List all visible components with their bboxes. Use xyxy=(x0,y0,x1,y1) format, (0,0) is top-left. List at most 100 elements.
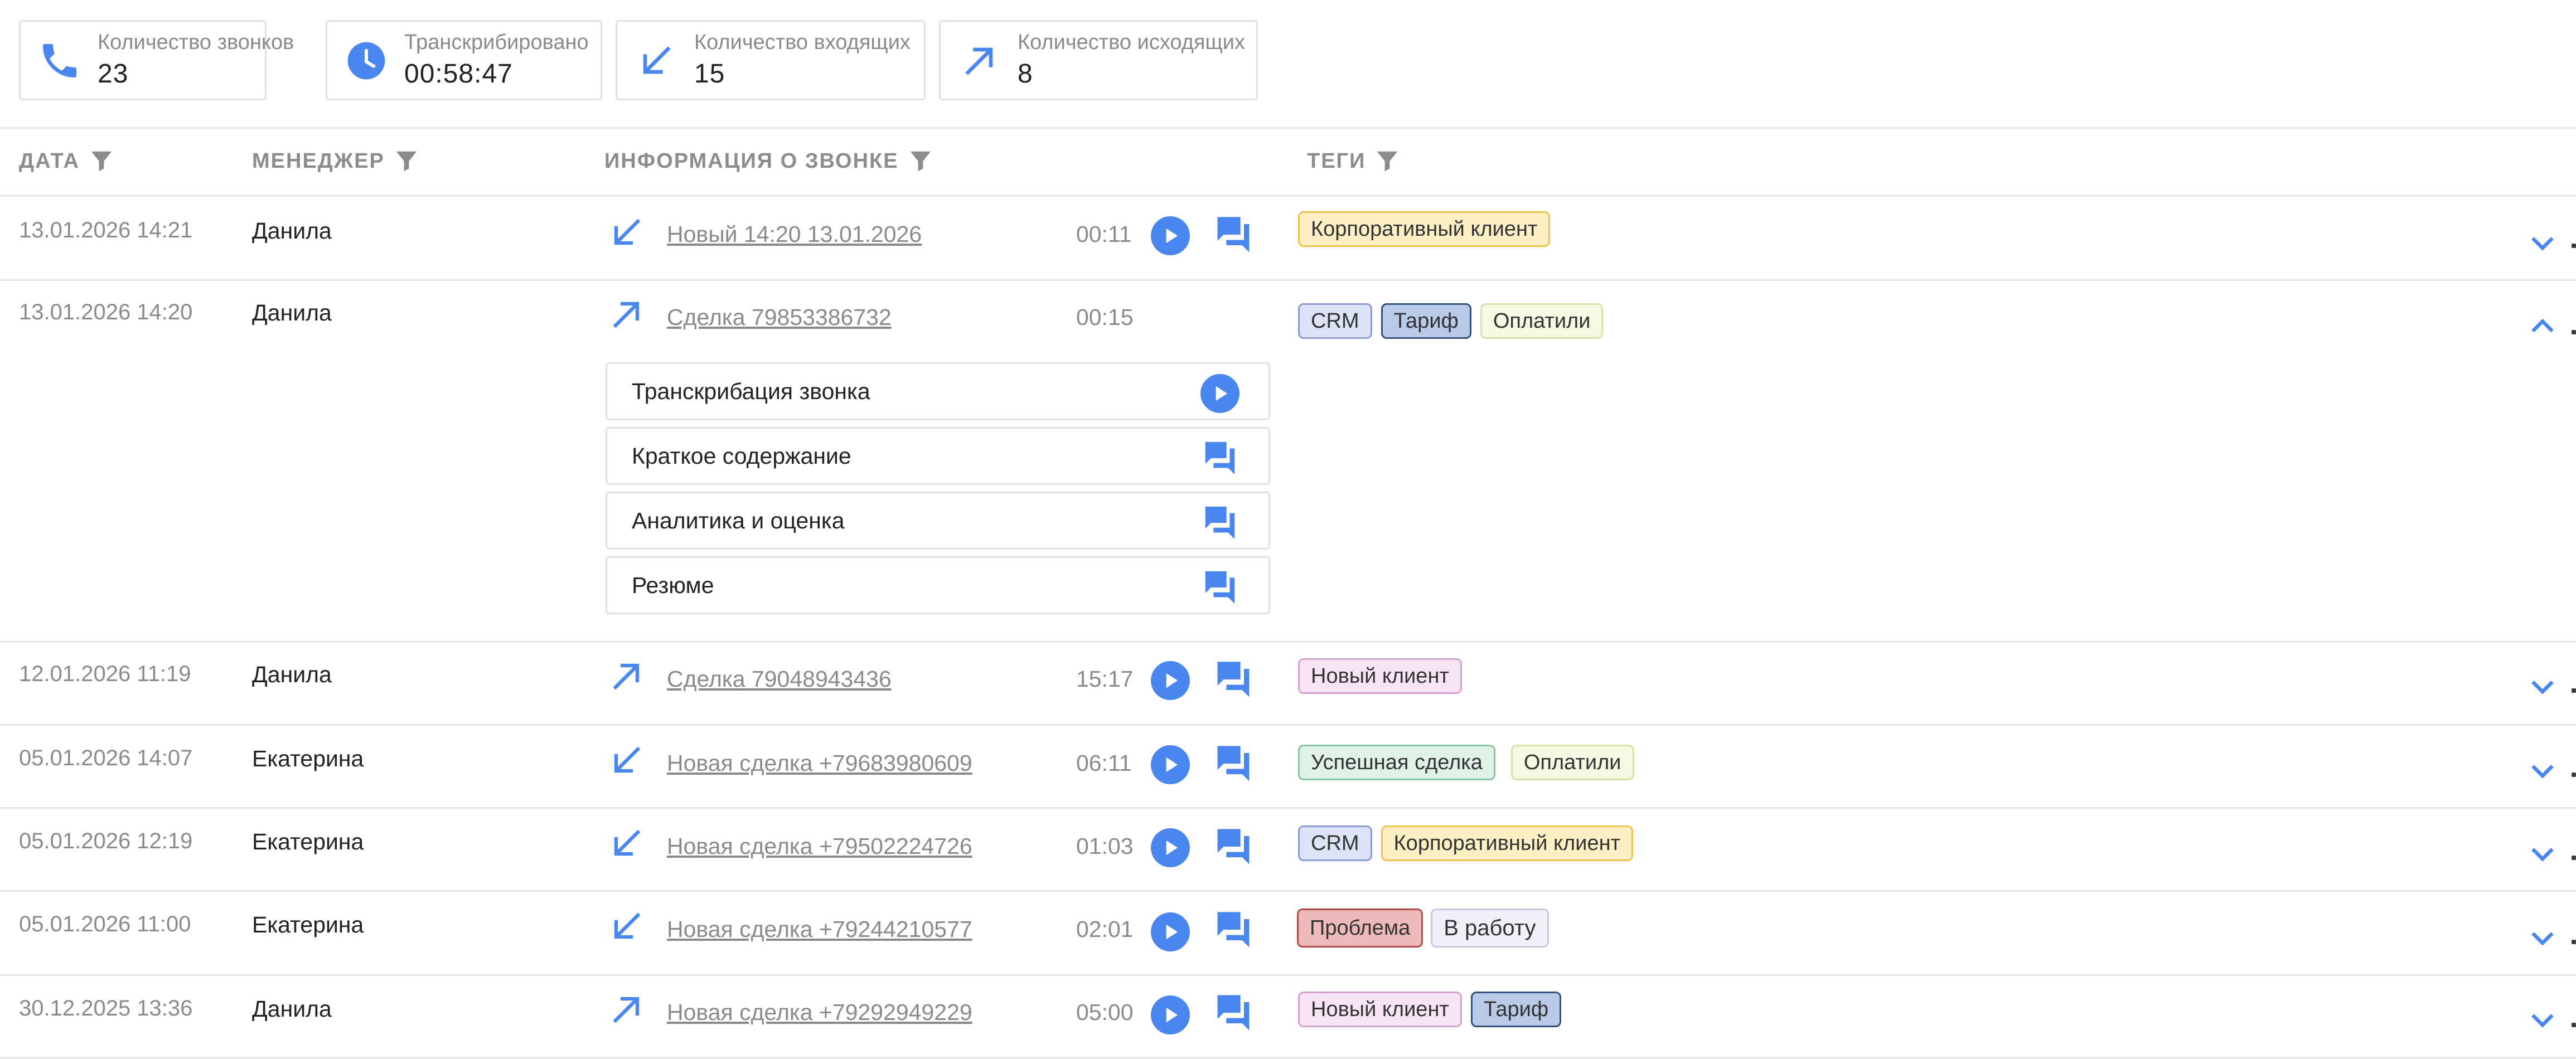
filter-icon[interactable] xyxy=(89,148,114,174)
call-title-link[interactable]: Сделка 79853386732 xyxy=(667,304,892,331)
call-date: 05.01.2026 14:07 xyxy=(19,746,193,770)
chat-icon[interactable] xyxy=(1212,909,1255,951)
call-date: 13.01.2026 14:21 xyxy=(19,218,193,242)
call-date: 05.01.2026 11:00 xyxy=(19,912,191,936)
chevron-down-icon[interactable] xyxy=(2526,754,2559,787)
tag-list: Успешная сделка Оплатили xyxy=(1298,745,1634,780)
panel-item-label: Аналитика и оценка xyxy=(632,508,845,533)
tag[interactable]: Новый клиент xyxy=(1298,658,1462,694)
call-duration: 06:11 xyxy=(1076,750,1132,776)
chat-icon[interactable] xyxy=(1212,992,1255,1034)
chevron-down-icon[interactable] xyxy=(2526,921,2559,954)
stat-card-calls: Количество звонков 23 xyxy=(19,20,294,100)
table-row[interactable]: 30.12.2025 13:36 Данила Новая сделка +79… xyxy=(0,976,2576,1057)
column-header-info[interactable]: ИНФОРМАЦИЯ О ЗВОНКЕ xyxy=(604,148,933,174)
transcription-item[interactable]: Транскрибация звонка xyxy=(606,362,1270,420)
row-edge-mark xyxy=(2572,688,2576,693)
chat-icon[interactable] xyxy=(1212,658,1255,701)
tag[interactable]: Тариф xyxy=(1381,303,1471,339)
call-title-link[interactable]: Новая сделка +79292949229 xyxy=(667,999,972,1026)
tag-list: Корпоративный клиент xyxy=(1298,211,1551,247)
call-date: 30.12.2025 13:36 xyxy=(19,996,193,1021)
summary-item[interactable]: Краткое содержание xyxy=(606,427,1270,485)
chat-icon[interactable] xyxy=(1200,439,1239,478)
call-duration: 00:15 xyxy=(1076,304,1134,330)
play-icon[interactable] xyxy=(1200,374,1239,413)
tag[interactable]: Корпоративный клиент xyxy=(1298,211,1551,247)
tag-list: CRM Корпоративный клиент xyxy=(1298,825,1633,861)
chevron-up-icon[interactable] xyxy=(2526,309,2559,342)
call-title-link[interactable]: Новая сделка +79502224726 xyxy=(667,833,972,859)
call-date: 13.01.2026 14:20 xyxy=(19,300,193,324)
column-header-label: МЕНЕДЖЕР xyxy=(252,149,385,173)
play-icon[interactable] xyxy=(1151,912,1190,951)
tag[interactable]: CRM xyxy=(1298,825,1372,861)
row-edge-mark xyxy=(2572,940,2576,944)
table-row[interactable]: 05.01.2026 12:19 Екатерина Новая сделка … xyxy=(0,809,2576,890)
stat-value: 00:58:47 xyxy=(404,59,513,89)
filter-icon[interactable] xyxy=(908,148,933,174)
column-header-tags[interactable]: ТЕГИ xyxy=(1307,148,1400,174)
call-duration: 00:11 xyxy=(1076,221,1132,247)
divider xyxy=(0,127,2576,129)
call-date: 12.01.2026 11:19 xyxy=(19,662,191,686)
stat-value: 23 xyxy=(98,59,129,89)
chat-icon[interactable] xyxy=(1200,568,1239,607)
play-icon[interactable] xyxy=(1151,828,1190,867)
table-row[interactable]: 12.01.2026 11:19 Данила Сделка 790489434… xyxy=(0,643,2576,724)
call-title-link[interactable]: Новый 14:20 13.01.2026 xyxy=(667,221,922,247)
chevron-down-icon[interactable] xyxy=(2526,1003,2559,1036)
play-icon[interactable] xyxy=(1151,745,1190,784)
table-row-expanded[interactable]: 13.01.2026 14:20 Данила Сделка 798533867… xyxy=(0,281,2576,641)
column-header-manager[interactable]: МЕНЕДЖЕР xyxy=(252,148,419,174)
table-row[interactable]: 05.01.2026 11:00 Екатерина Новая сделка … xyxy=(0,892,2576,974)
chat-icon[interactable] xyxy=(1212,742,1255,785)
call-duration: 01:03 xyxy=(1076,833,1134,859)
filter-icon[interactable] xyxy=(1374,148,1400,174)
chat-icon[interactable] xyxy=(1212,825,1255,868)
row-edge-mark xyxy=(2572,773,2576,777)
resume-item[interactable]: Резюме xyxy=(606,556,1270,614)
chevron-down-icon[interactable] xyxy=(2526,837,2559,870)
tag[interactable]: Тариф xyxy=(1470,992,1562,1027)
chevron-down-icon[interactable] xyxy=(2526,669,2559,703)
manager-name: Екатерина xyxy=(252,746,364,771)
row-edge-mark xyxy=(2572,856,2576,860)
column-header-label: ИНФОРМАЦИЯ О ЗВОНКЕ xyxy=(604,149,899,173)
call-title-link[interactable]: Новая сделка +79244210577 xyxy=(667,916,972,943)
tag[interactable]: Успешная сделка xyxy=(1298,745,1495,780)
chat-icon[interactable] xyxy=(1212,213,1255,256)
row-edge-mark xyxy=(2572,244,2576,248)
stat-label: Количество исходящих xyxy=(1018,31,1245,54)
play-icon[interactable] xyxy=(1151,995,1190,1034)
chat-icon[interactable] xyxy=(1200,503,1239,542)
phone-icon xyxy=(43,44,76,77)
manager-name: Екатерина xyxy=(252,912,364,937)
tag[interactable]: Корпоративный клиент xyxy=(1381,825,1633,861)
manager-name: Данила xyxy=(252,996,332,1022)
play-icon[interactable] xyxy=(1151,216,1190,255)
call-date: 05.01.2026 12:19 xyxy=(19,829,193,853)
tag[interactable]: Проблема xyxy=(1297,909,1423,948)
column-header-label: ТЕГИ xyxy=(1307,149,1366,173)
call-duration: 05:00 xyxy=(1076,999,1134,1025)
tag[interactable]: В работу xyxy=(1431,909,1549,948)
chevron-down-icon[interactable] xyxy=(2526,226,2559,259)
tag[interactable]: CRM xyxy=(1298,303,1372,339)
play-icon[interactable] xyxy=(1151,661,1190,700)
manager-name: Данила xyxy=(252,218,332,244)
call-title-link[interactable]: Сделка 79048943436 xyxy=(667,666,892,692)
incoming-arrow-icon xyxy=(614,746,641,773)
column-header-label: ДАТА xyxy=(19,149,80,173)
tag[interactable]: Оплатили xyxy=(1480,303,1604,339)
call-title-link[interactable]: Новая сделка +79683980609 xyxy=(667,750,972,776)
filter-icon[interactable] xyxy=(394,148,419,174)
tag[interactable]: Оплатили xyxy=(1510,745,1634,780)
outgoing-arrow-icon xyxy=(613,302,640,328)
analytics-item[interactable]: Аналитика и оценка xyxy=(606,492,1270,550)
call-duration: 02:01 xyxy=(1076,916,1134,942)
table-row[interactable]: 05.01.2026 14:07 Екатерина Новая сделка … xyxy=(0,726,2576,807)
column-header-date[interactable]: ДАТА xyxy=(19,148,114,174)
table-row[interactable]: 13.01.2026 14:21 Данила Новый 14:20 13.0… xyxy=(0,197,2576,279)
tag[interactable]: Новый клиент xyxy=(1298,992,1462,1027)
